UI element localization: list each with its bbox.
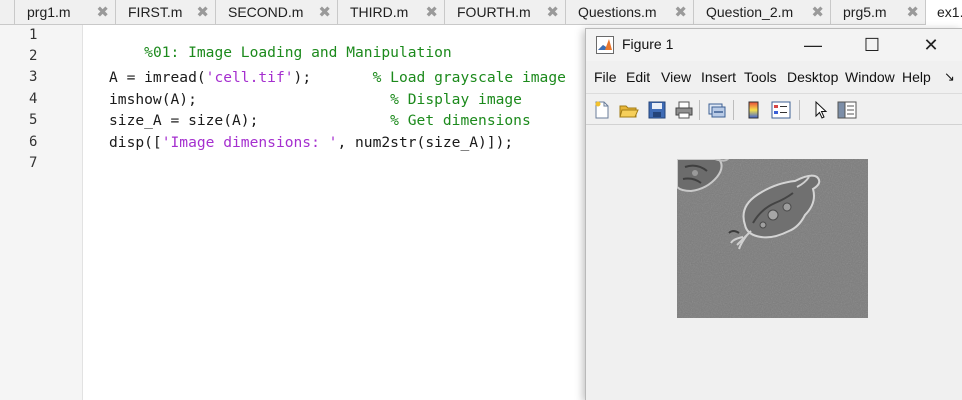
open-file-icon[interactable] [619,100,639,120]
menu-help[interactable]: Help [902,69,931,85]
tab-label: THIRD.m [350,4,409,20]
legend-icon[interactable] [771,100,791,120]
tab-third[interactable]: THIRD.m ✖ [338,0,445,25]
code-comment: % Get dimensions [390,112,531,129]
tab-label: Questions.m [578,4,657,20]
cell-image[interactable] [677,159,868,318]
close-icon[interactable]: ✖ [811,0,824,25]
tab-label: FIRST.m [128,4,183,20]
code-string: 'cell.tif' [205,69,294,86]
print-icon[interactable] [674,100,694,120]
menu-view[interactable]: View [661,69,691,85]
menu-window[interactable]: Window [845,69,896,85]
link-plot-icon[interactable] [707,100,727,120]
tab-ex1[interactable]: ex1. [926,0,962,25]
code-text: disp([ [109,134,162,151]
tab-label: prg5.m [843,4,887,20]
matlab-logo-icon [596,36,614,54]
colorbar-icon[interactable] [744,100,764,120]
line-number: 2 [29,48,38,64]
close-icon[interactable]: ✖ [674,0,687,25]
tab-fourth[interactable]: FOURTH.m ✖ [445,0,566,25]
tab-prg5[interactable]: prg5.m ✖ [831,0,926,25]
close-icon[interactable]: ✖ [196,0,209,25]
line-number: 5 [29,112,38,128]
close-icon[interactable]: ✖ [318,0,331,25]
line-number: 1 [29,27,38,43]
menu-file[interactable]: File [594,69,617,85]
figure-title: Figure 1 [622,36,674,52]
toolbar-separator [699,100,700,120]
toolbar-separator [799,100,800,120]
code-string: 'Image dimensions: ' [161,134,338,151]
close-icon[interactable]: ✖ [96,0,109,25]
code-comment: % Display image [390,91,522,108]
line-number-gutter: 1 2 3 4 5 6 7 [0,25,83,400]
figure-window[interactable]: Figure 1 — ☐ ✕ File Edit View Insert Too… [585,28,962,400]
menu-edit[interactable]: Edit [626,69,650,85]
code-line-4[interactable]: imshow(A); % Display image [109,91,522,108]
code-line-6[interactable]: disp(['Image dimensions: ', num2str(size… [109,134,513,151]
code-comment: % Load grayscale image [372,69,566,86]
line-number: 3 [29,69,38,85]
code-text: ); [293,69,373,86]
toolbar-separator [733,100,734,120]
tab-prg1[interactable]: prg1.m ✖ [15,0,116,25]
cell-image-render [677,159,868,318]
minimize-button[interactable]: — [793,31,833,59]
code-comment: %01: Image Loading and Manipulation [144,44,452,61]
tab-label: FOURTH.m [457,4,531,20]
figure-menu-bar: File Edit View Insert Tools Desktop Wind… [586,65,962,91]
code-line-5[interactable]: size_A = size(A); % Get dimensions [109,112,531,129]
tab-question-2[interactable]: Question_2.m ✖ [694,0,831,25]
code-text: size_A = size(A); [109,112,391,129]
tab-label: SECOND.m [228,4,304,20]
tab-label: ex1. [937,4,962,20]
close-icon[interactable]: ✖ [546,0,559,25]
tab-label: Question_2.m [706,4,794,20]
code-text: imshow(A); [109,91,391,108]
menu-tools[interactable]: Tools [744,69,777,85]
tab-questions[interactable]: Questions.m ✖ [566,0,694,25]
figure-title-bar[interactable]: Figure 1 — ☐ ✕ [586,29,962,61]
new-figure-icon[interactable] [592,100,612,120]
close-button[interactable]: ✕ [911,31,951,59]
tab-second[interactable]: SECOND.m ✖ [216,0,338,25]
menu-overflow-icon[interactable]: ↘ [944,69,955,85]
maximize-button[interactable]: ☐ [852,31,892,59]
figure-toolbar [586,93,962,125]
tab-bar-handle[interactable] [0,0,15,25]
tab-first[interactable]: FIRST.m ✖ [116,0,216,25]
menu-desktop[interactable]: Desktop [787,69,839,85]
property-editor-icon[interactable] [837,100,857,120]
code-text: A = imread( [109,69,206,86]
figure-canvas[interactable] [586,126,962,400]
code-line-3[interactable]: A = imread('cell.tif'); % Load grayscale… [109,69,566,86]
editor-tab-bar: prg1.m ✖ FIRST.m ✖ SECOND.m ✖ THIRD.m ✖ … [0,0,962,25]
line-number: 4 [29,91,38,107]
close-icon[interactable]: ✖ [425,0,438,25]
menu-insert[interactable]: Insert [701,69,736,85]
close-icon[interactable]: ✖ [906,0,919,25]
save-icon[interactable] [647,100,667,120]
pointer-icon[interactable] [811,100,831,120]
line-number: 6 [29,134,38,150]
line-number: 7 [29,155,38,171]
tab-label: prg1.m [27,4,71,20]
code-text: , num2str(size_A)]); [337,134,514,151]
